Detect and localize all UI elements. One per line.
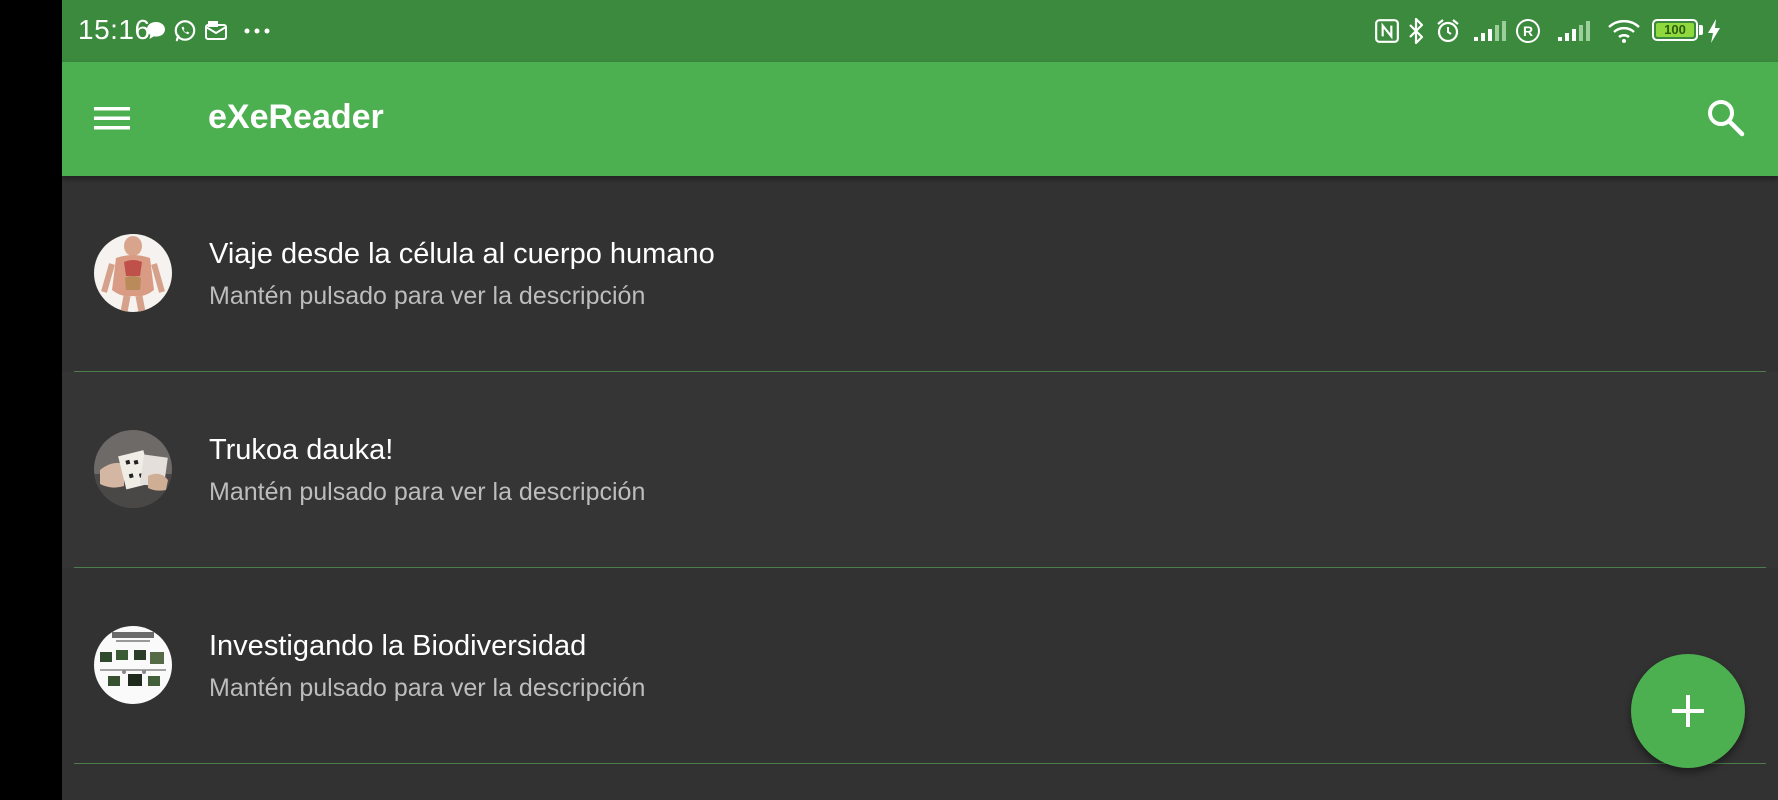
app-screen: 15:16 R 100 eXeReader Viaje desde la cél… xyxy=(62,0,1778,800)
roaming-icon: R xyxy=(1514,16,1542,46)
battery-level: 100 xyxy=(1664,22,1686,37)
book-title: Trukoa dauka! xyxy=(209,434,394,466)
divider xyxy=(74,763,1766,764)
book-subtitle: Mantén pulsado para ver la descripción xyxy=(209,282,646,310)
menu-button[interactable] xyxy=(92,98,132,138)
status-time: 15:16 xyxy=(78,14,151,45)
mail-icon xyxy=(204,16,232,46)
more-dots-icon xyxy=(242,16,272,46)
app-bar: eXeReader xyxy=(62,62,1778,176)
list-item[interactable]: Viaje desde la célula al cuerpo humano M… xyxy=(62,176,1778,372)
book-subtitle: Mantén pulsado para ver la descripción xyxy=(209,478,646,506)
svg-text:R: R xyxy=(1523,23,1533,39)
list-item[interactable]: Investigando la Biodiversidad Mantén pul… xyxy=(62,568,1778,764)
chat-bubble-icon xyxy=(144,16,168,46)
book-list: Viaje desde la célula al cuerpo humano M… xyxy=(62,176,1778,764)
book-thumbnail xyxy=(94,430,172,508)
status-bar: 15:16 R 100 xyxy=(62,0,1778,62)
bluetooth-icon xyxy=(1406,16,1426,46)
charging-icon xyxy=(1706,16,1722,46)
battery-icon: 100 xyxy=(1652,19,1698,41)
book-thumbnail xyxy=(94,234,172,312)
search-icon xyxy=(1708,100,1745,137)
book-thumbnail xyxy=(94,626,172,704)
signal-icon xyxy=(1472,16,1508,46)
search-button[interactable] xyxy=(1704,96,1748,140)
book-title: Investigando la Biodiversidad xyxy=(209,630,587,662)
book-subtitle: Mantén pulsado para ver la descripción xyxy=(209,674,646,702)
list-item[interactable]: Trukoa dauka! Mantén pulsado para ver la… xyxy=(62,372,1778,568)
add-book-button[interactable] xyxy=(1631,654,1745,768)
alarm-icon xyxy=(1434,16,1462,46)
nfc-icon xyxy=(1374,16,1400,46)
menu-icon xyxy=(94,107,130,130)
battery-tip xyxy=(1699,25,1703,35)
app-title: eXeReader xyxy=(208,98,384,136)
signal-icon xyxy=(1556,16,1592,46)
book-title: Viaje desde la célula al cuerpo humano xyxy=(209,238,715,270)
whatsapp-icon xyxy=(172,16,198,46)
add-icon xyxy=(1672,695,1704,727)
wifi-icon xyxy=(1606,16,1642,46)
